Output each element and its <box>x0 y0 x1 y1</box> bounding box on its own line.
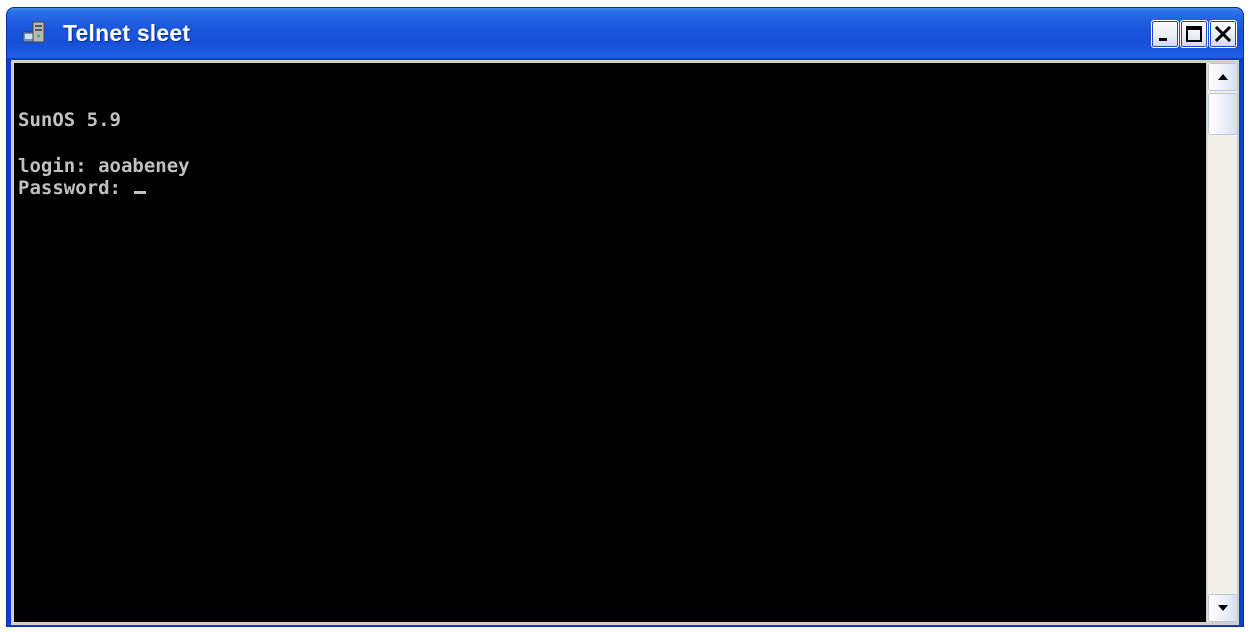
vertical-scrollbar[interactable] <box>1207 63 1238 622</box>
arrow-down-icon <box>1218 605 1228 611</box>
arrow-up-icon <box>1218 74 1228 80</box>
close-button[interactable] <box>1209 20 1237 48</box>
window-client-area: SunOS 5.9 login: aoabeney Password: <box>11 60 1239 625</box>
telnet-app-icon[interactable] <box>21 20 47 44</box>
maximize-button[interactable] <box>1180 20 1208 48</box>
close-icon <box>1214 25 1232 43</box>
maximize-icon <box>1186 26 1202 42</box>
scroll-up-button[interactable] <box>1208 63 1238 91</box>
terminal-screen[interactable]: SunOS 5.9 login: aoabeney Password: <box>14 63 1206 622</box>
telnet-window: Telnet sleet SunOS 5.9 login: aoabeney P… <box>6 7 1244 627</box>
password-prompt: Password: <box>18 177 133 199</box>
terminal-line-1: SunOS 5.9 <box>18 109 121 131</box>
scrollbar-thumb[interactable] <box>1208 93 1238 135</box>
minimize-button[interactable] <box>1151 20 1179 48</box>
text-cursor <box>134 191 147 194</box>
terminal-line-4: Password: <box>18 177 147 199</box>
scroll-down-button[interactable] <box>1208 594 1238 622</box>
minimize-icon <box>1159 38 1167 41</box>
terminal-line-3: login: aoabeney <box>18 155 190 177</box>
window-title: Telnet sleet <box>63 20 191 46</box>
title-bar[interactable]: Telnet sleet <box>7 8 1243 58</box>
